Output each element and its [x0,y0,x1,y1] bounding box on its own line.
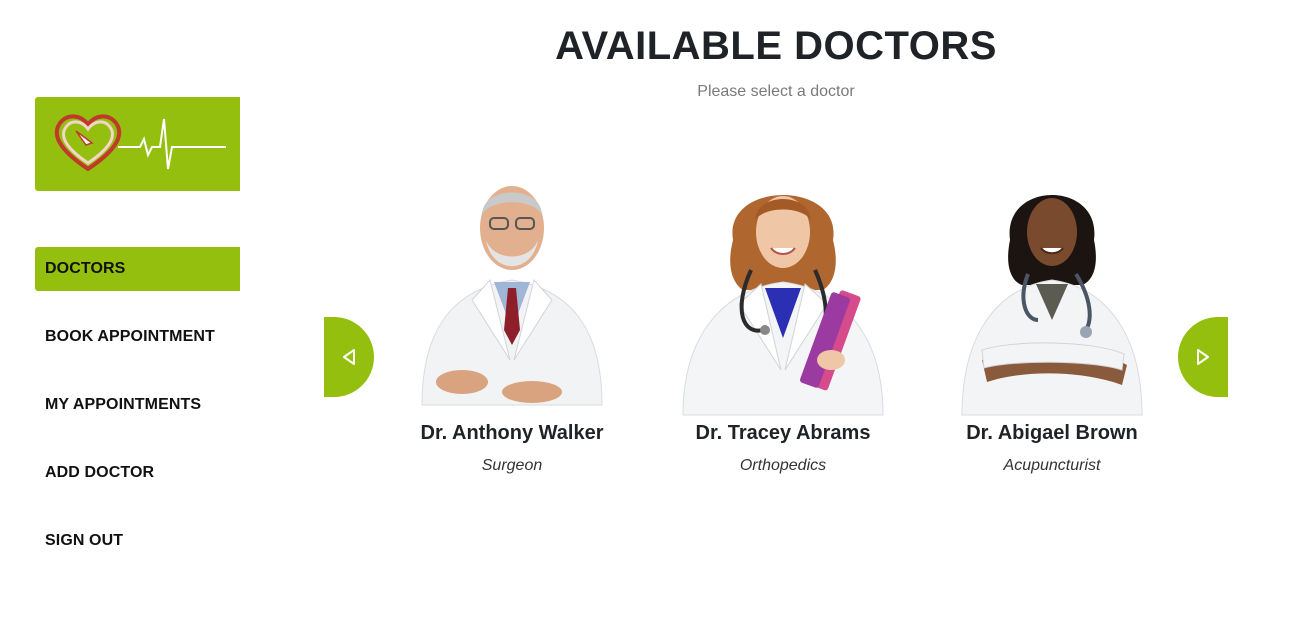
triangle-right-icon [1197,349,1209,365]
logo[interactable] [35,97,240,191]
sidebar-item-label: BOOK APPOINTMENT [45,328,215,345]
doctor-specialty: Surgeon [481,457,543,474]
doctor-name: Dr. Abigael Brown [966,422,1138,444]
doctor-name: Dr. Tracey Abrams [695,422,871,444]
doctor-photo [942,170,1162,420]
sidebar-item-doctors[interactable]: DOCTORS [35,247,240,291]
doctor-photo [402,170,622,420]
sidebar-item-label: DOCTORS [45,260,126,277]
sidebar-item-my-appointments[interactable]: MY APPOINTMENTS [35,383,240,427]
sidebar-item-label: ADD DOCTOR [45,464,155,481]
carousel-prev-button[interactable] [324,317,374,397]
triangle-left-icon [343,349,355,365]
page: DOCTORS BOOK APPOINTMENT MY APPOINTMENTS… [0,0,1292,636]
sidebar-item-book-appointment[interactable]: BOOK APPOINTMENT [35,315,240,359]
doctor-specialty: Orthopedics [739,457,827,474]
doctor-card[interactable]: Dr. Anthony Walker Surgeon [392,170,632,475]
sidebar-item-label: MY APPOINTMENTS [45,396,202,413]
heart-pulse-logo-icon [54,114,226,172]
doctor-photo [673,170,893,420]
carousel-next-button[interactable] [1178,317,1228,397]
doctor-card[interactable]: Dr. Tracey Abrams Orthopedics [663,170,903,475]
doctor-card[interactable]: Dr. Abigael Brown Acupuncturist [932,170,1172,475]
page-subtitle: Please select a doctor [697,83,855,100]
sidebar-nav: DOCTORS BOOK APPOINTMENT MY APPOINTMENTS… [35,247,240,587]
sidebar-item-label: SIGN OUT [45,532,124,549]
sidebar-item-sign-out[interactable]: SIGN OUT [35,519,240,563]
doctor-name: Dr. Anthony Walker [420,422,604,444]
sidebar-item-add-doctor[interactable]: ADD DOCTOR [35,451,240,495]
page-title: AVAILABLE DOCTORS [555,24,997,68]
doctor-specialty: Acupuncturist [1003,457,1101,474]
